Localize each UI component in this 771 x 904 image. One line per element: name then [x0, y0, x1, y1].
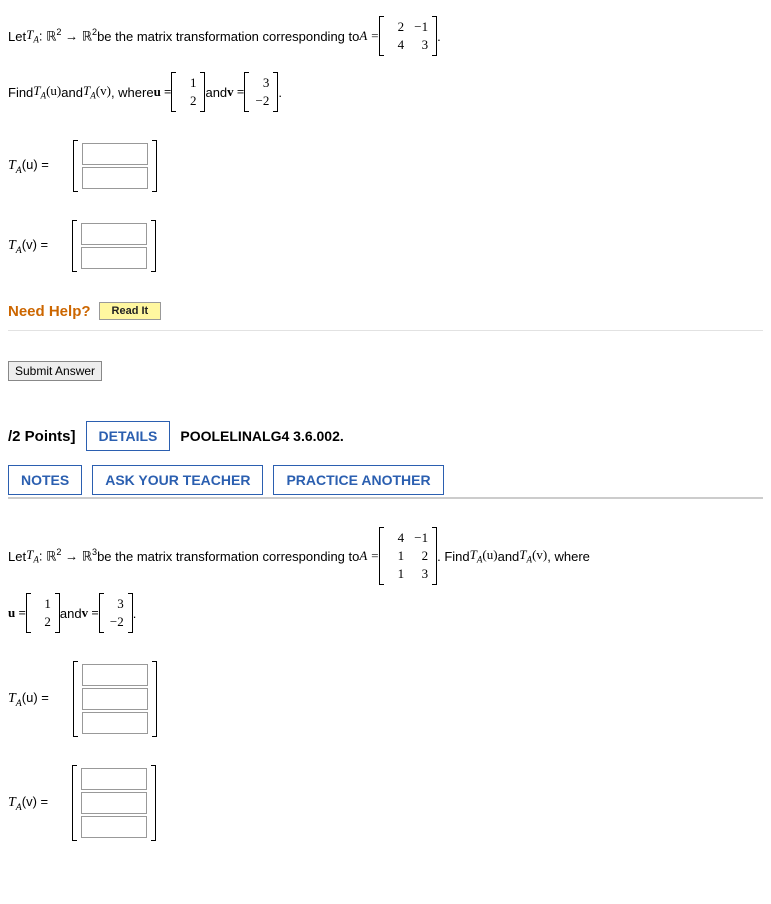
tau-label: TA(u) = — [8, 157, 49, 176]
source: POOLELINALG4 3.6.002. — [180, 428, 343, 444]
vec-u: 12 — [171, 72, 205, 112]
vec-u2: 12 — [26, 593, 60, 633]
divider — [8, 330, 763, 331]
q2-header: /2 Points] DETAILS POOLELINALG4 3.6.002. — [8, 421, 763, 451]
matrix-A2: 411 −123 — [379, 527, 437, 585]
period: . — [437, 29, 441, 44]
find: Find — [8, 85, 33, 100]
andv2: and — [60, 606, 82, 621]
text2: Let — [8, 549, 26, 564]
period2: . — [278, 85, 282, 100]
Tu: TA(u) — [33, 83, 61, 101]
Tv2: TA(v) — [519, 547, 547, 565]
find2: . Find — [437, 549, 470, 564]
where2: , where — [547, 549, 590, 564]
Aeq2: A = — [359, 548, 379, 564]
q2-tau-row: TA(u) = — [8, 661, 763, 737]
q2-subheader: NOTES ASK YOUR TEACHER PRACTICE ANOTHER — [8, 465, 763, 499]
q1-tau-1[interactable] — [82, 143, 148, 165]
q2-tau-1[interactable] — [82, 664, 148, 686]
q2-uv: u = 12 and v = 3−2 . — [8, 593, 763, 633]
q2-tav-1[interactable] — [81, 768, 147, 790]
matrix-A: 24 −13 — [379, 16, 437, 56]
notes-button[interactable]: NOTES — [8, 465, 82, 495]
q1-tav-2[interactable] — [81, 247, 147, 269]
q2-tau-answer — [73, 661, 157, 737]
q2-tau-label: TA(u) = — [8, 690, 49, 709]
u_eq: u = — [154, 84, 172, 100]
q2-tav-label: TA(v) = — [8, 794, 48, 813]
v_eq2: v = — [82, 605, 99, 621]
q2-tau-2[interactable] — [82, 688, 148, 710]
T: TA — [26, 27, 39, 45]
details-button[interactable]: DETAILS — [86, 421, 171, 451]
period3: . — [133, 606, 137, 621]
andv: and — [205, 85, 227, 100]
tav-label: TA(v) = — [8, 237, 48, 256]
body2: be the matrix transformation correspondi… — [97, 549, 359, 564]
ask-teacher-button[interactable]: ASK YOUR TEACHER — [92, 465, 263, 495]
q2-intro: Let TA : ℝ2 → ℝ3 be the matrix transform… — [8, 527, 763, 585]
u_eq2: u = — [8, 605, 26, 621]
q1-tav-row: TA(v) = — [8, 220, 763, 272]
Tu2: TA(u) — [470, 547, 498, 565]
body: be the matrix transformation correspondi… — [97, 29, 359, 44]
where: , where — [111, 85, 154, 100]
and2: and — [498, 549, 520, 564]
q2-tav-2[interactable] — [81, 792, 147, 814]
q2-tav-3[interactable] — [81, 816, 147, 838]
q1-tav-1[interactable] — [81, 223, 147, 245]
submit-answer-button[interactable]: Submit Answer — [8, 361, 102, 381]
points: /2 Points] — [8, 428, 76, 445]
map: : ℝ2 → ℝ2 — [39, 27, 97, 44]
Aeq: A = — [359, 28, 379, 44]
and: and — [61, 85, 83, 100]
tav-answer — [72, 220, 156, 272]
need-help-label: Need Help? — [8, 303, 91, 320]
vec-v2: 3−2 — [99, 593, 133, 633]
v_eq: v = — [227, 84, 244, 100]
read-it-button[interactable]: Read It — [99, 302, 162, 320]
q2-tav-row: TA(v) = — [8, 765, 763, 841]
vec-v: 3−2 — [244, 72, 278, 112]
T2: TA — [26, 547, 39, 565]
text: Let — [8, 29, 26, 44]
q2-tau-3[interactable] — [82, 712, 148, 734]
Tv: TA(v) — [83, 83, 111, 101]
q2-tav-answer — [72, 765, 156, 841]
need-help-row: Need Help? Read It — [8, 302, 763, 320]
q1-tau-2[interactable] — [82, 167, 148, 189]
q1-intro: Let TA : ℝ2 → ℝ2 be the matrix transform… — [8, 16, 763, 56]
q1-tau-row: TA(u) = — [8, 140, 763, 192]
tau-answer — [73, 140, 157, 192]
q1-find: Find TA(u) and TA(v) , where u = 12 and … — [8, 72, 763, 112]
map2: : ℝ2 → ℝ3 — [39, 547, 97, 564]
practice-another-button[interactable]: PRACTICE ANOTHER — [273, 465, 443, 495]
